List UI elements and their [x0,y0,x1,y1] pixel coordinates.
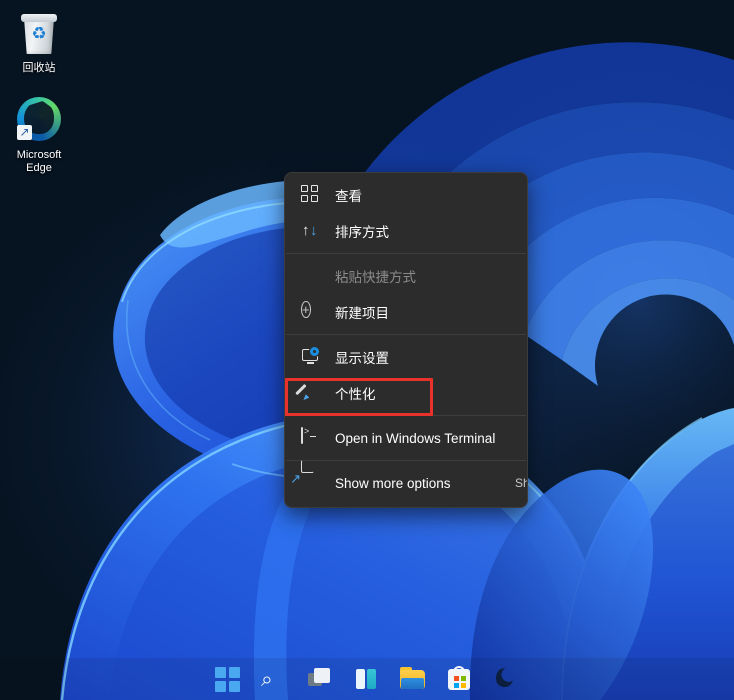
widgets-icon [356,669,365,689]
context-menu-group-5: ↗ Show more options Shift [285,461,527,505]
context-menu-item-show-more-options[interactable]: ↗ Show more options Shift [285,465,527,501]
context-menu-item-new[interactable]: + 新建项目 [285,294,527,330]
terminal-icon [301,428,321,448]
grid-view-icon [301,185,321,205]
desktop-icon-recycle-bin[interactable]: ♻ 回收站 [2,10,76,75]
recycle-bin-icon: ♻ [15,10,63,58]
context-menu-item-label: 排序方式 [335,221,389,241]
task-view-icon-front [314,668,330,683]
context-menu-item-label: Open in Windows Terminal [335,431,495,446]
taskbar-edge-button[interactable] [491,665,519,693]
desktop-icon-label-line2: Edge [2,162,76,175]
windows-logo-icon [215,667,240,692]
context-menu-item-label: 个性化 [335,383,376,403]
edge-logo-icon: ↗ [15,97,63,145]
taskbar[interactable]: ⌕ [0,658,734,700]
folder-icon-front [401,678,424,689]
context-menu-item-display-settings[interactable]: 显示设置 [285,339,527,375]
store-logo-squares-icon [454,676,466,688]
taskbar-start-button[interactable] [215,665,243,693]
context-menu-group-3: 显示设置 个性化 [285,335,527,415]
context-menu-item-label: 显示设置 [335,347,389,367]
context-menu-item-sort-by[interactable]: ↑↓ 排序方式 [285,213,527,249]
context-menu-group-4: Open in Windows Terminal [285,416,527,460]
desktop-icon-label-line1: Microsoft [2,149,76,162]
taskbar-search-button[interactable]: ⌕ [261,665,289,693]
shortcut-arrow-icon: ↗ [17,125,32,140]
taskbar-task-view-button[interactable] [307,665,335,693]
context-menu-item-personalize[interactable]: 个性化 [285,375,527,411]
context-menu-item-view[interactable]: 查看 [285,177,527,213]
search-icon: ⌕ [261,667,273,691]
desktop-icon-microsoft-edge[interactable]: ↗ Microsoft Edge [2,95,76,175]
desktop-context-menu[interactable]: 查看 ↑↓ 排序方式 粘贴快捷方式 + 新建项目 [284,172,528,508]
widgets-icon-right [367,669,376,689]
context-menu-item-shortcut: Shift [515,476,528,490]
desktop[interactable]: ♻ 回收站 ↗ Microsoft Edge 查看 ↑↓ [0,0,734,700]
context-menu-group-1: 查看 ↑↓ 排序方式 [285,173,527,253]
plus-circle-icon: + [301,302,321,322]
context-menu-item-label: 粘贴快捷方式 [335,266,416,286]
context-menu-item-paste-shortcut: 粘贴快捷方式 [285,258,527,294]
context-menu-item-open-windows-terminal[interactable]: Open in Windows Terminal [285,420,527,456]
empty-icon-slot [301,266,321,286]
context-menu-group-2: 粘贴快捷方式 + 新建项目 [285,254,527,334]
taskbar-microsoft-store-button[interactable] [445,665,473,693]
paintbrush-icon [301,383,321,403]
sort-arrows-icon: ↑↓ [301,221,321,241]
context-menu-item-label: Show more options [335,476,451,491]
taskbar-file-explorer-button[interactable] [399,665,427,693]
context-menu-item-label: 查看 [335,185,362,205]
taskbar-widgets-button[interactable] [353,665,381,693]
show-more-icon: ↗ [301,473,321,493]
desktop-icon-label: 回收站 [2,62,76,75]
context-menu-item-label: 新建项目 [335,302,389,322]
monitor-settings-icon [301,347,321,367]
